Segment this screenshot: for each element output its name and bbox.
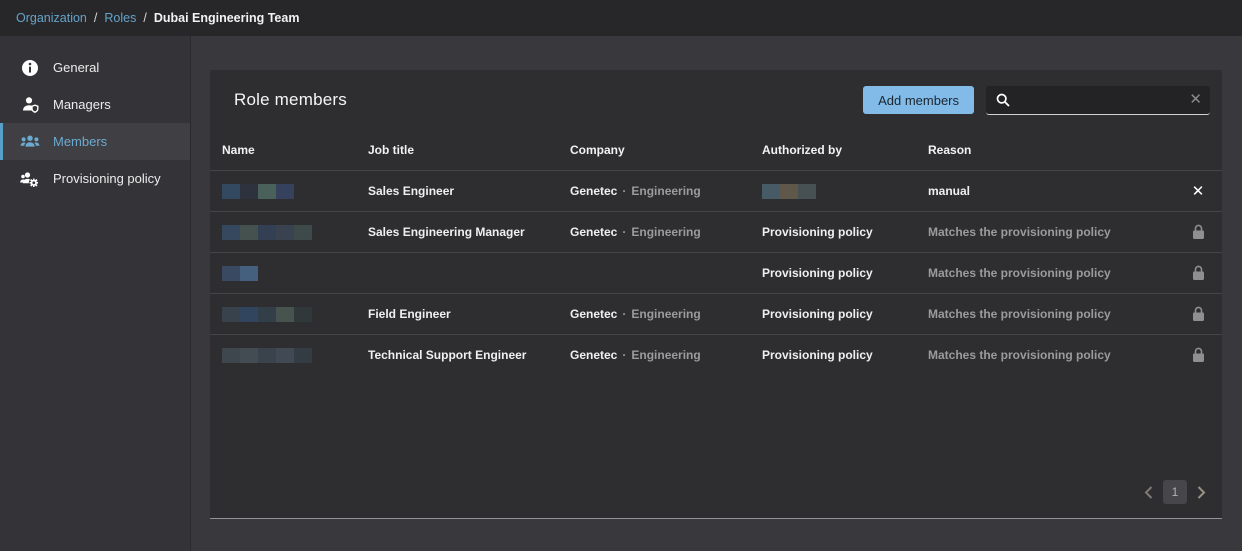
lock-icon [1192, 306, 1205, 322]
authorized-by-cell: Provisioning policy [762, 225, 928, 239]
column-header-authorized-by[interactable]: Authorized by [762, 143, 928, 157]
breadcrumb-current-page: Dubai Engineering Team [154, 11, 300, 25]
job-title-cell: Sales Engineering Manager [368, 225, 570, 239]
sidebar-item-general[interactable]: General [0, 49, 190, 86]
provisioning-gear-icon [20, 169, 40, 189]
page-title: Role members [234, 90, 347, 110]
search-icon [996, 93, 1010, 107]
breadcrumb-organization[interactable]: Organization [16, 11, 87, 25]
reason-cell: manual [928, 184, 1178, 198]
sidebar-item-members[interactable]: Members [0, 123, 190, 160]
lock-icon [1192, 224, 1205, 240]
search-input[interactable] [1018, 92, 1189, 107]
redacted-authorized-by [762, 184, 928, 199]
members-group-icon [20, 132, 40, 152]
manager-shield-icon [20, 95, 40, 115]
lock-icon [1192, 347, 1205, 363]
pagination: 1 [1144, 480, 1206, 504]
clear-search-icon[interactable]: ✕ [1189, 92, 1202, 107]
column-header-name[interactable]: Name [222, 143, 368, 157]
company-cell: Genetec·Engineering [570, 225, 762, 239]
add-members-button[interactable]: Add members [863, 86, 974, 114]
column-header-job-title[interactable]: Job title [368, 143, 570, 157]
company-cell: Genetec·Engineering [570, 184, 762, 198]
authorized-by-cell: Provisioning policy [762, 307, 928, 321]
job-title-cell: Field Engineer [368, 307, 570, 321]
remove-member-icon[interactable]: ✕ [1192, 182, 1205, 200]
job-title-cell: Technical Support Engineer [368, 348, 570, 362]
reason-cell: Matches the provisioning policy [928, 307, 1178, 321]
search-box: ✕ [986, 86, 1210, 115]
column-header-reason[interactable]: Reason [928, 143, 1178, 157]
redacted-name [222, 348, 368, 363]
lock-icon [1192, 265, 1205, 281]
role-members-panel: Role members Add members ✕ Name Job titl… [210, 70, 1222, 519]
next-page-icon[interactable] [1197, 486, 1206, 499]
panel-header: Role members Add members ✕ [210, 70, 1222, 130]
table-row[interactable]: Provisioning policy Matches the provisio… [210, 252, 1222, 293]
sidebar-item-managers[interactable]: Managers [0, 86, 190, 123]
column-header-company[interactable]: Company [570, 143, 762, 157]
main-content: Role members Add members ✕ Name Job titl… [191, 36, 1242, 551]
breadcrumb: Organization / Roles / Dubai Engineering… [0, 0, 1242, 36]
table-row[interactable]: Field Engineer Genetec·Engineering Provi… [210, 293, 1222, 334]
breadcrumb-separator: / [94, 11, 97, 25]
authorized-by-cell: Provisioning policy [762, 266, 928, 280]
sidebar-item-label: Members [53, 134, 107, 149]
breadcrumb-roles[interactable]: Roles [104, 11, 136, 25]
sidebar-item-label: Managers [53, 97, 111, 112]
info-icon [20, 58, 40, 78]
table-row[interactable]: Sales Engineer Genetec·Engineering manua… [210, 170, 1222, 211]
company-cell: Genetec·Engineering [570, 348, 762, 362]
previous-page-icon[interactable] [1144, 486, 1153, 499]
redacted-name [222, 307, 368, 322]
reason-cell: Matches the provisioning policy [928, 348, 1178, 362]
reason-cell: Matches the provisioning policy [928, 266, 1178, 280]
sidebar-item-label: General [53, 60, 99, 75]
table-header: Name Job title Company Authorized by Rea… [210, 130, 1222, 170]
sidebar: General Managers Members Provisioning po… [0, 36, 191, 551]
authorized-by-cell: Provisioning policy [762, 348, 928, 362]
table-row[interactable]: Sales Engineering Manager Genetec·Engine… [210, 211, 1222, 252]
sidebar-item-provisioning-policy[interactable]: Provisioning policy [0, 160, 190, 197]
breadcrumb-separator: / [143, 11, 146, 25]
page-number-button[interactable]: 1 [1163, 480, 1187, 504]
job-title-cell: Sales Engineer [368, 184, 570, 198]
table-row[interactable]: Technical Support Engineer Genetec·Engin… [210, 334, 1222, 375]
sidebar-item-label: Provisioning policy [53, 171, 161, 186]
reason-cell: Matches the provisioning policy [928, 225, 1178, 239]
redacted-name [222, 225, 368, 240]
redacted-name [222, 184, 368, 199]
redacted-name [222, 266, 368, 281]
company-cell: Genetec·Engineering [570, 307, 762, 321]
